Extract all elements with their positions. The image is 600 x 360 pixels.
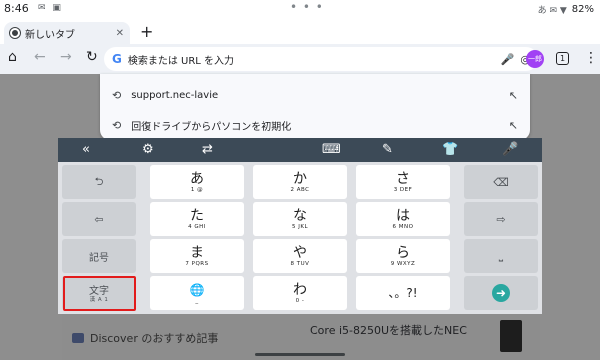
undo-key[interactable]: ⮌ (62, 165, 136, 199)
tab-new-tab[interactable]: 新しいタブ ✕ (4, 22, 130, 44)
kana-label: わ (293, 281, 307, 298)
kana-label: ま (190, 244, 204, 261)
kana-key-a[interactable]: あ 1 @ (150, 165, 244, 199)
globe-icon: 🌐 (189, 282, 205, 297)
symbol-key[interactable]: 記号 (62, 239, 136, 273)
keyboard-icon[interactable]: ⌨ (322, 142, 341, 157)
space-key[interactable]: ⎵ (464, 239, 538, 273)
tab-title: 新しいタブ (25, 29, 75, 41)
forward-icon[interactable]: → (60, 49, 72, 65)
address-bar[interactable]: G 検索または URL を入力 🎤 ◎ (104, 47, 538, 71)
browser-toolbar: ⌂ ← → ↻ G 検索または URL を入力 🎤 ◎ 一郎 1 ⋮ (0, 44, 600, 74)
kana-key-ka[interactable]: か 2 ABC (253, 165, 347, 199)
highlight-box (63, 276, 136, 311)
home-icon[interactable]: ⌂ (8, 49, 17, 65)
gesture-nav-bar[interactable] (255, 353, 345, 356)
kana-key-ra[interactable]: ら 9 WXYZ (356, 239, 450, 273)
address-input[interactable]: 検索または URL を入力 (128, 52, 495, 67)
kana-sub: 4 GHI (188, 223, 206, 230)
kana-key-ta[interactable]: た 4 GHI (150, 202, 244, 236)
kana-sub: 6 MNO (392, 223, 414, 230)
voice-input-icon[interactable]: 🎤 (502, 142, 518, 157)
kana-key-ma[interactable]: ま 7 PQRS (150, 239, 244, 273)
reload-icon[interactable]: ↻ (86, 49, 98, 65)
kana-sub: 2 ABC (290, 186, 310, 193)
enter-arrow-icon: ➜ (492, 284, 510, 302)
suggestion-text: support.nec-lavie (131, 89, 219, 101)
status-time: 8:46 (4, 2, 29, 15)
menu-icon[interactable]: ⋮ (584, 50, 598, 66)
google-icon: G (112, 52, 122, 66)
kana-label: ら (396, 244, 410, 261)
suggestion-text: 回復ドライブからパソコンを初期化 (131, 121, 292, 133)
discover-icon (72, 333, 84, 343)
suggestion-item[interactable]: ⟲ 回復ドライブからパソコンを初期化 ↖ (100, 110, 530, 140)
fill-arrow-icon[interactable]: ↖ (509, 119, 518, 132)
collapse-icon[interactable]: « (82, 142, 90, 157)
window-dots-icon[interactable]: • • • (290, 0, 324, 14)
history-icon: ⟲ (112, 88, 122, 102)
kana-sub: 9 WXYZ (390, 260, 416, 267)
backspace-key[interactable]: ⌫ (464, 165, 538, 199)
mic-icon[interactable]: 🎤 (501, 53, 515, 66)
history-icon: ⟲ (112, 118, 122, 132)
kana-sub: 0 - (295, 297, 305, 304)
kana-label: か (293, 170, 307, 187)
status-bar: 8:46 ✉ ▣ • • • あ ✉ ▼ 82% (0, 0, 600, 18)
punctuation-key[interactable]: 、。?! (356, 276, 450, 310)
battery-level: 82% (571, 4, 594, 15)
arrow-left-icon: ⇦ (94, 212, 104, 226)
discover-title: Discover のおすすめ記事 (90, 332, 219, 345)
backspace-icon: ⌫ (493, 175, 509, 189)
symbol-key-label: 記号 (89, 252, 109, 264)
cursor-left-key[interactable]: ⇦ (62, 202, 136, 236)
kana-sub: 1 @ (190, 186, 204, 193)
kana-label: な (293, 207, 307, 224)
omnibox-suggestions: ⟲ support.nec-lavie ↖ ⟲ 回復ドライブからパソコンを初期化… (100, 74, 530, 140)
kana-key-na[interactable]: な 5 JKL (253, 202, 347, 236)
kana-label: は (396, 207, 410, 224)
profile-avatar[interactable]: 一郎 (526, 50, 544, 68)
news-thumbnail[interactable] (500, 320, 522, 352)
kana-key-sa[interactable]: さ 3 DEF (356, 165, 450, 199)
punctuation-label: 、。?! (388, 286, 418, 300)
kana-label: た (190, 207, 204, 224)
back-icon[interactable]: ← (34, 49, 46, 65)
clothes-icon[interactable]: 👕 (442, 142, 458, 157)
fill-arrow-icon[interactable]: ↖ (509, 89, 518, 102)
kana-sub: 3 DEF (393, 186, 413, 193)
suggestion-item[interactable]: ⟲ support.nec-lavie ↖ (100, 80, 530, 110)
kana-label: さ (396, 170, 410, 187)
switch-input-icon[interactable]: ⇄ (202, 142, 213, 157)
kana-key-ya[interactable]: や 8 TUV (253, 239, 347, 273)
dictionary-icon[interactable]: ✎ (382, 142, 393, 157)
keyboard-toolbar: « ⚙ ⇄ ⌨ ✎ 👕 🎤 (58, 138, 542, 162)
kana-sub: _ (195, 297, 199, 304)
globe-key[interactable]: 🌐 _ (150, 276, 244, 310)
tab-switcher-button[interactable]: 1 (556, 52, 569, 65)
kana-key-ha[interactable]: は 6 MNO (356, 202, 450, 236)
new-tab-button[interactable]: + (140, 22, 153, 41)
kana-key-wa[interactable]: わ 0 - (253, 276, 347, 310)
kana-label: や (293, 244, 307, 261)
news-headline[interactable]: Core i5-8250Uを搭載したNEC (310, 322, 467, 338)
tab-strip: 新しいタブ ✕ + (0, 18, 600, 44)
kana-sub: 8 TUV (290, 260, 310, 267)
space-icon: ⎵ (498, 249, 504, 262)
close-tab-icon[interactable]: ✕ (116, 28, 124, 39)
arrow-right-icon: ⇨ (496, 212, 506, 226)
kana-label: あ (190, 170, 204, 187)
undo-icon: ⮌ (94, 174, 104, 188)
cursor-right-key[interactable]: ⇨ (464, 202, 538, 236)
enter-key[interactable]: ➜ (464, 276, 538, 310)
notification-icons: ✉ ▣ (38, 3, 63, 13)
settings-icon[interactable]: ⚙ (142, 142, 154, 157)
chrome-favicon-icon (10, 28, 20, 38)
discover-heading: Discover のおすすめ記事 (72, 330, 218, 346)
status-right: あ ✉ ▼ 82% (538, 3, 594, 16)
kana-sub: 5 JKL (291, 223, 309, 230)
kana-sub: 7 PQRS (185, 260, 209, 267)
status-system-icons: あ ✉ ▼ (537, 6, 567, 16)
